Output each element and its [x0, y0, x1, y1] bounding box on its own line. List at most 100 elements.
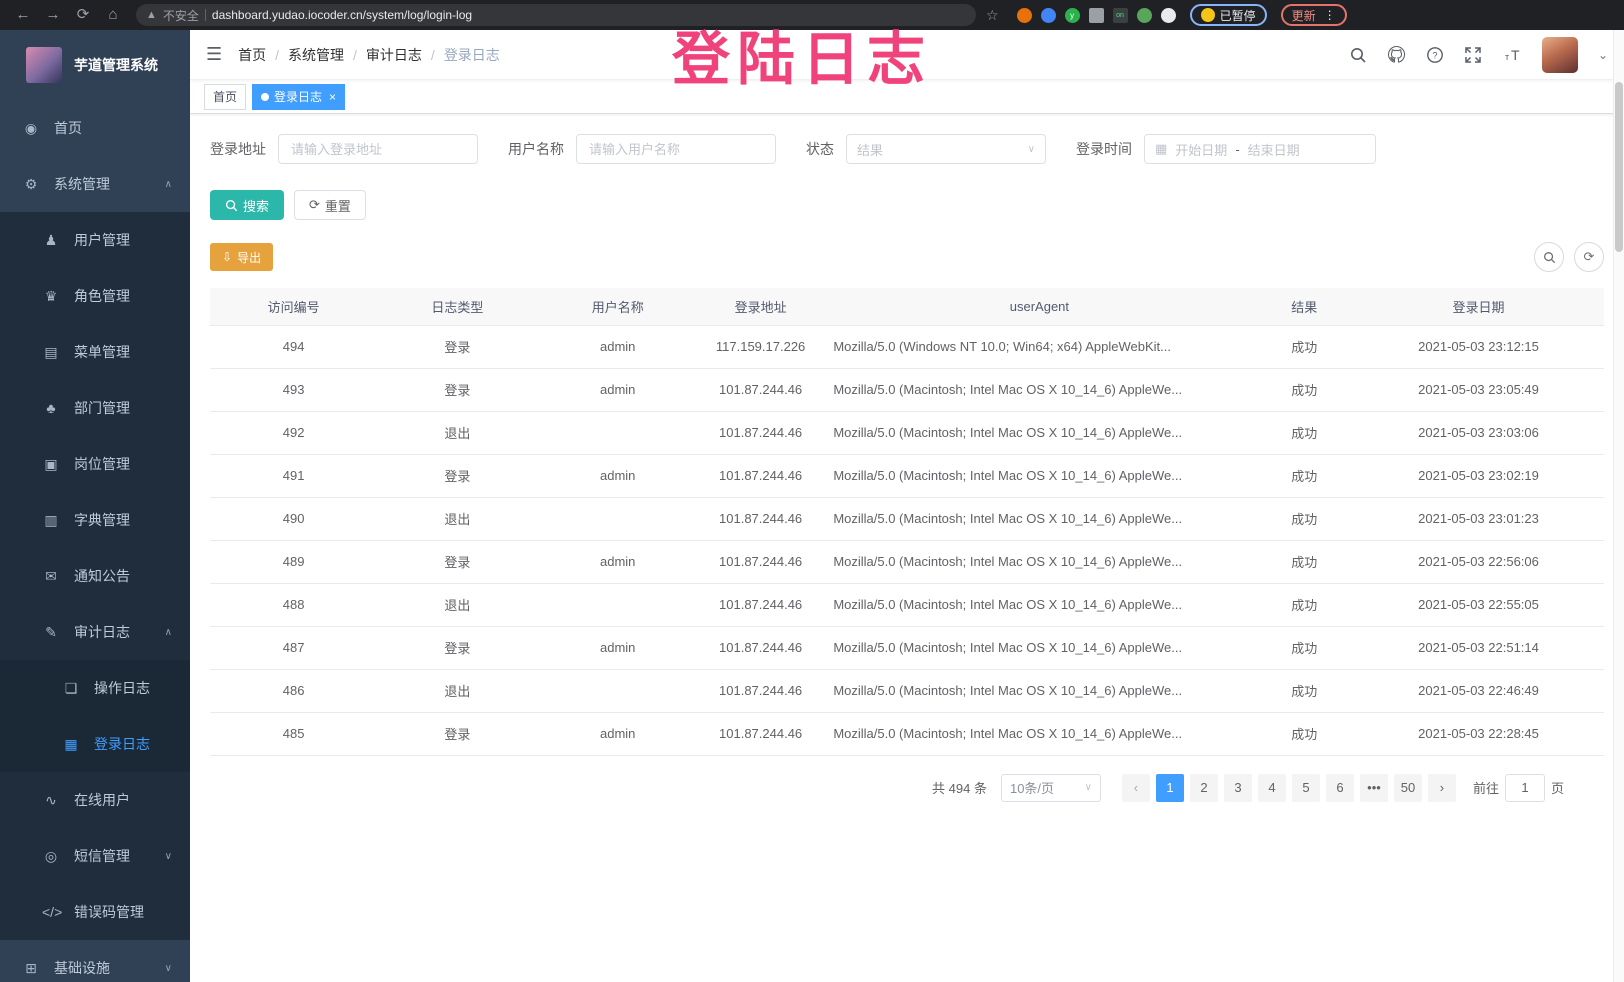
refresh-button[interactable]: ⟳ — [1574, 242, 1604, 272]
page-button[interactable]: 6 — [1326, 774, 1354, 802]
sidebar-item-label: 错误码管理 — [74, 902, 144, 922]
sidebar-item-online-users[interactable]: ∿在线用户 — [0, 772, 190, 828]
extension-icon[interactable] — [1089, 8, 1104, 23]
extensions-row: y on — [1017, 8, 1176, 23]
cell-ip: 101.87.244.46 — [698, 497, 823, 540]
svg-text:?: ? — [1432, 50, 1437, 60]
sidebar-item-menus[interactable]: ▤菜单管理 — [0, 324, 190, 380]
font-size-icon[interactable]: тT — [1502, 46, 1522, 64]
table-row[interactable]: 485登录admin101.87.244.46Mozilla/5.0 (Maci… — [210, 712, 1604, 755]
login-address-input[interactable] — [278, 134, 478, 164]
sidebar-item-notices[interactable]: ✉通知公告 — [0, 548, 190, 604]
sidebar-item-system[interactable]: ⚙系统管理∧ — [0, 156, 190, 212]
extension-icon[interactable]: on — [1113, 8, 1128, 23]
cell-user — [538, 497, 698, 540]
extension-icon[interactable] — [1041, 8, 1056, 23]
code-icon: </> — [42, 904, 60, 920]
sidebar-item-infrastructure[interactable]: ⊞基础设施∨ — [0, 940, 190, 982]
home-icon[interactable]: ⌂ — [100, 0, 126, 30]
page-button[interactable]: 3 — [1224, 774, 1252, 802]
table-row[interactable]: 487登录admin101.87.244.46Mozilla/5.0 (Maci… — [210, 626, 1604, 669]
breadcrumb-item[interactable]: 登录日志 — [444, 45, 500, 65]
table-row[interactable]: 489登录admin101.87.244.46Mozilla/5.0 (Maci… — [210, 540, 1604, 583]
sidebar-item-departments[interactable]: ♣部门管理 — [0, 380, 190, 436]
sidebar-item-label: 基础设施 — [54, 958, 110, 978]
gear-icon: ⚙ — [22, 176, 40, 193]
post-icon: ▣ — [42, 456, 60, 473]
prev-page-button[interactable]: ‹ — [1122, 774, 1150, 802]
user-avatar[interactable] — [1542, 37, 1578, 73]
sidebar-item-users[interactable]: ♟用户管理 — [0, 212, 190, 268]
extension-icon[interactable]: y — [1065, 8, 1080, 23]
table-row[interactable]: 494登录admin117.159.17.226Mozilla/5.0 (Win… — [210, 325, 1604, 368]
tag-login-log[interactable]: 登录日志 × — [252, 84, 345, 110]
cell-id: 486 — [210, 669, 377, 712]
puzzle-icon[interactable] — [1161, 8, 1176, 23]
status-select[interactable]: 结果 ∨ — [846, 134, 1046, 164]
sidebar-item-label: 通知公告 — [74, 566, 130, 586]
fullscreen-icon[interactable] — [1464, 46, 1482, 64]
table-row[interactable]: 492退出101.87.244.46Mozilla/5.0 (Macintosh… — [210, 411, 1604, 454]
sidebar-item-login-log[interactable]: ▦登录日志 — [0, 716, 190, 772]
sidebar-item-error-codes[interactable]: </> 错误码管理 — [0, 884, 190, 940]
sidebar-item-home[interactable]: ◉首页 — [0, 100, 190, 156]
update-button[interactable]: 更新 ⋮ — [1281, 4, 1347, 26]
username-input[interactable] — [576, 134, 776, 164]
app-title: 芋道管理系统 — [74, 55, 158, 75]
breadcrumb-item[interactable]: 首页 — [238, 45, 266, 65]
table-row[interactable]: 488退出101.87.244.46Mozilla/5.0 (Macintosh… — [210, 583, 1604, 626]
breadcrumb-item[interactable]: 系统管理 — [288, 45, 344, 65]
cell-user: admin — [538, 712, 698, 755]
help-icon[interactable]: ? — [1426, 46, 1444, 64]
chevron-down-icon[interactable]: ⌄ — [1598, 48, 1608, 62]
app-logo[interactable]: 芋道管理系统 — [0, 30, 190, 100]
back-icon[interactable]: ← — [10, 0, 36, 30]
breadcrumb: 首页/系统管理/审计日志/登录日志 — [238, 45, 500, 65]
table-row[interactable]: 493登录admin101.87.244.46Mozilla/5.0 (Maci… — [210, 368, 1604, 411]
table-row[interactable]: 490退出101.87.244.46Mozilla/5.0 (Macintosh… — [210, 497, 1604, 540]
table-row[interactable]: 486退出101.87.244.46Mozilla/5.0 (Macintosh… — [210, 669, 1604, 712]
search-button[interactable]: 搜索 — [210, 190, 284, 220]
export-button[interactable]: ⇩ 导出 — [210, 243, 273, 271]
goto-page-input[interactable] — [1505, 774, 1545, 802]
extension-icon[interactable] — [1137, 8, 1152, 23]
sidebar-item-roles[interactable]: ♛角色管理 — [0, 268, 190, 324]
page-button[interactable]: 5 — [1292, 774, 1320, 802]
page-button[interactable]: 4 — [1258, 774, 1286, 802]
search-icon[interactable] — [1349, 46, 1367, 64]
next-page-button[interactable]: › — [1428, 774, 1456, 802]
svg-text:т: т — [1505, 52, 1509, 62]
cell-user: admin — [538, 368, 698, 411]
page-button[interactable]: 2 — [1190, 774, 1218, 802]
reload-icon[interactable]: ⟳ — [70, 0, 96, 30]
page-button[interactable]: 50 — [1394, 774, 1422, 802]
page-button[interactable]: 1 — [1156, 774, 1184, 802]
search-toggle-button[interactable] — [1534, 242, 1564, 272]
address-bar[interactable]: ▲ 不安全 dashboard.yudao.iocoder.cn/system/… — [136, 4, 976, 26]
github-icon[interactable] — [1387, 45, 1406, 64]
forward-icon[interactable]: → — [40, 0, 66, 30]
breadcrumb-item[interactable]: 审计日志 — [366, 45, 422, 65]
cell-agent: Mozilla/5.0 (Windows NT 10.0; Win64; x64… — [823, 325, 1255, 368]
sidebar-item-dictionary[interactable]: ▥字典管理 — [0, 492, 190, 548]
table-row[interactable]: 491登录admin101.87.244.46Mozilla/5.0 (Maci… — [210, 454, 1604, 497]
hamburger-icon[interactable]: ☰ — [206, 44, 222, 65]
page-scrollbar[interactable] — [1613, 30, 1624, 982]
cell-user: admin — [538, 540, 698, 583]
page-ellipsis[interactable]: ••• — [1360, 774, 1388, 802]
profile-paused-badge[interactable]: 已暂停 — [1190, 4, 1267, 26]
sidebar-item-posts[interactable]: ▣ 岗位管理 — [0, 436, 190, 492]
sidebar-item-operation-log[interactable]: ❏操作日志 — [0, 660, 190, 716]
sidebar-item-label: 岗位管理 — [74, 454, 130, 474]
bookmark-star-icon[interactable]: ☆ — [986, 7, 999, 24]
close-icon[interactable]: × — [329, 90, 336, 104]
sidebar-item-sms[interactable]: ◎短信管理∨ — [0, 828, 190, 884]
sidebar-item-audit-logs[interactable]: ✎审计日志∧ — [0, 604, 190, 660]
page-size-select[interactable]: 10条/页 ∨ — [1001, 774, 1101, 802]
scrollbar-thumb[interactable] — [1615, 82, 1623, 252]
reset-button[interactable]: ⟳ 重置 — [294, 190, 366, 220]
date-range-picker[interactable]: ▦ 开始日期 - 结束日期 — [1144, 134, 1376, 164]
tag-home[interactable]: 首页 — [204, 84, 246, 110]
extension-icon[interactable] — [1017, 8, 1032, 23]
kebab-menu-icon[interactable]: ⋮ — [1324, 8, 1336, 22]
